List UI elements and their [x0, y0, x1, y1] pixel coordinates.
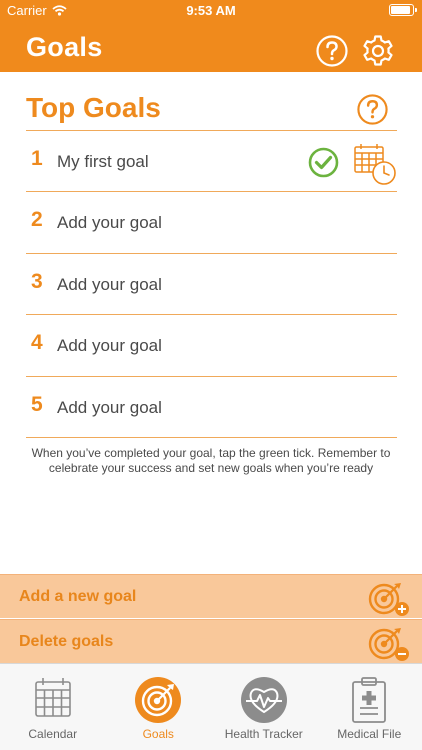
navigation-bar: Carrier 9:53 AM Goals — [0, 0, 422, 72]
target-icon — [135, 677, 182, 723]
check-circle-icon[interactable] — [308, 147, 339, 178]
status-time: 9:53 AM — [186, 3, 236, 18]
tab-calendar[interactable]: Calendar — [0, 664, 106, 750]
tab-medical-file[interactable]: Medical File — [317, 664, 422, 750]
goal-number: 5 — [31, 392, 43, 416]
goal-number: 3 — [31, 269, 43, 293]
clipboard-icon — [352, 677, 387, 723]
calendar-icon — [34, 678, 71, 717]
goal-row-1[interactable]: 1 My first goal — [26, 131, 397, 193]
tab-label: Calendar — [28, 727, 78, 741]
delete-goals-button[interactable]: Delete goals — [0, 619, 422, 663]
tab-bar: Calendar Goals Health Tracker Medical Fi… — [0, 663, 422, 750]
goal-row-4[interactable]: 4 Add your goal — [26, 315, 397, 377]
heart-pulse-icon — [240, 677, 287, 723]
target-remove-icon — [368, 628, 409, 661]
goal-text[interactable]: Add your goal — [57, 336, 162, 356]
goal-row-5[interactable]: 5 Add your goal — [26, 377, 397, 438]
question-circle-icon[interactable] — [356, 93, 389, 126]
goal-row-3[interactable]: 3 Add your goal — [26, 254, 397, 316]
gear-icon[interactable] — [360, 33, 396, 69]
instructions-text: When you’ve completed your goal, tap the… — [18, 446, 404, 476]
section-title: Top Goals — [26, 92, 161, 123]
goal-text[interactable]: Add your goal — [57, 275, 162, 295]
goal-text[interactable]: My first goal — [57, 152, 149, 172]
goal-text[interactable]: Add your goal — [57, 213, 162, 233]
delete-goals-label: Delete goals — [19, 633, 114, 650]
battery-icon — [389, 4, 417, 16]
instructions-line-1: When you’ve completed your goal, tap the… — [31, 446, 391, 460]
question-circle-icon[interactable] — [315, 34, 349, 68]
target-add-icon — [368, 583, 409, 616]
calendar-clock-icon[interactable] — [353, 142, 397, 186]
instructions-line-2: celebrate your success and set new goals… — [48, 461, 374, 475]
status-bar: Carrier 9:53 AM — [0, 0, 422, 22]
page-title: Goals — [26, 32, 103, 62]
goal-number: 4 — [31, 331, 43, 355]
tab-goals[interactable]: Goals — [106, 664, 212, 750]
tab-label: Goals — [142, 727, 174, 741]
tab-label: Medical File — [337, 727, 402, 741]
tab-health-tracker[interactable]: Health Tracker — [211, 664, 317, 750]
add-goal-label: Add a new goal — [19, 588, 137, 605]
goals-list: 1 My first goal 2 Add your goal 3 Add yo… — [26, 130, 397, 438]
goal-row-2[interactable]: 2 Add your goal — [26, 192, 397, 254]
add-goal-button[interactable]: Add a new goal — [0, 574, 422, 618]
goal-number: 1 — [31, 147, 43, 170]
goal-number: 2 — [31, 208, 43, 232]
goal-text[interactable]: Add your goal — [57, 398, 162, 418]
tab-label: Health Tracker — [224, 727, 303, 741]
